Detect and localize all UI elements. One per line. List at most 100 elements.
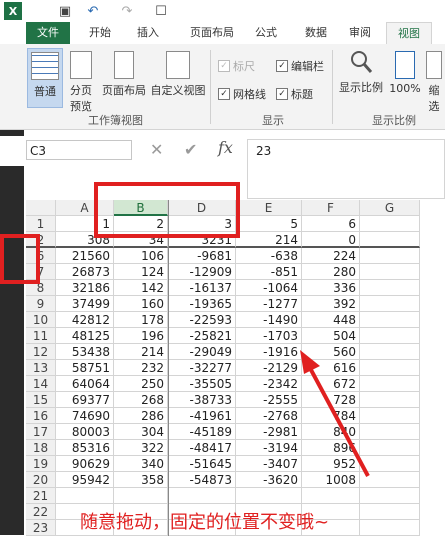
table-cell[interactable]: 504	[302, 328, 360, 344]
table-cell[interactable]: 178	[114, 312, 168, 328]
table-cell[interactable]	[360, 328, 420, 344]
column-header-e[interactable]: E	[236, 200, 302, 216]
gridlines-checkbox[interactable]: ✓ 网格线	[218, 86, 266, 102]
row-header[interactable]: 13	[26, 360, 56, 376]
table-cell[interactable]	[114, 488, 168, 504]
table-cell[interactable]	[360, 264, 420, 280]
table-cell[interactable]: -35505	[168, 376, 236, 392]
row-header[interactable]: 15	[26, 392, 56, 408]
custom-views-button[interactable]: 自定义视图	[150, 48, 206, 106]
touch-mode-icon[interactable]: ☐	[152, 2, 170, 20]
table-cell[interactable]: -19365	[168, 296, 236, 312]
name-box[interactable]: C3	[26, 140, 132, 160]
table-cell[interactable]: 5	[236, 216, 302, 232]
table-cell[interactable]	[236, 488, 302, 504]
insert-function-icon[interactable]: fx	[218, 138, 233, 157]
table-cell[interactable]: -16137	[168, 280, 236, 296]
table-cell[interactable]: 21560	[56, 248, 114, 264]
column-header-f[interactable]: F	[302, 200, 360, 216]
zoom-100-button[interactable]: 100%	[388, 48, 422, 106]
table-cell[interactable]: 6	[302, 216, 360, 232]
page-break-preview-button[interactable]: 分页 预览	[66, 48, 96, 113]
table-cell[interactable]: 90629	[56, 456, 114, 472]
tab-page-layout[interactable]: 页面布局	[182, 22, 242, 44]
table-cell[interactable]: -9681	[168, 248, 236, 264]
table-cell[interactable]: 250	[114, 376, 168, 392]
table-cell[interactable]: 286	[114, 408, 168, 424]
tab-home[interactable]: 开始	[80, 22, 120, 44]
table-cell[interactable]: 322	[114, 440, 168, 456]
table-cell[interactable]: 95942	[56, 472, 114, 488]
page-layout-button[interactable]: 页面布局	[100, 48, 148, 106]
table-cell[interactable]: 214	[114, 344, 168, 360]
undo-icon[interactable]: ↶	[84, 2, 102, 20]
table-cell[interactable]	[56, 488, 114, 504]
table-cell[interactable]: -638	[236, 248, 302, 264]
table-cell[interactable]: 196	[114, 328, 168, 344]
row-header[interactable]: 9	[26, 296, 56, 312]
table-cell[interactable]: 358	[114, 472, 168, 488]
table-cell[interactable]	[360, 312, 420, 328]
table-cell[interactable]: 268	[114, 392, 168, 408]
table-cell[interactable]	[360, 280, 420, 296]
table-cell[interactable]: 26873	[56, 264, 114, 280]
save-icon[interactable]: ▣	[56, 2, 74, 20]
headings-checkbox[interactable]: ✓ 标题	[276, 86, 313, 102]
row-header[interactable]: 16	[26, 408, 56, 424]
table-cell[interactable]: 160	[114, 296, 168, 312]
table-cell[interactable]: -29049	[168, 344, 236, 360]
table-cell[interactable]: -45189	[168, 424, 236, 440]
table-cell[interactable]: 53438	[56, 344, 114, 360]
table-cell[interactable]: -48417	[168, 440, 236, 456]
row-header[interactable]: 1	[26, 216, 56, 232]
row-header[interactable]: 12	[26, 344, 56, 360]
table-cell[interactable]: 42812	[56, 312, 114, 328]
table-cell[interactable]	[168, 488, 236, 504]
row-header[interactable]: 21	[26, 488, 56, 504]
formula-bar-checkbox[interactable]: ✓ 编辑栏	[276, 58, 324, 74]
ruler-checkbox[interactable]: ✓ 标尺	[218, 58, 255, 74]
row-header[interactable]: 10	[26, 312, 56, 328]
table-cell[interactable]: 392	[302, 296, 360, 312]
zoom-selection-button[interactable]: 缩 选	[424, 48, 444, 113]
table-cell[interactable]: -1490	[236, 312, 302, 328]
table-cell[interactable]: -22593	[168, 312, 236, 328]
row-header[interactable]: 23	[26, 520, 56, 536]
row-header[interactable]: 22	[26, 504, 56, 520]
normal-view-button[interactable]: 普通	[27, 48, 63, 108]
table-cell[interactable]: -51645	[168, 456, 236, 472]
zoom-button[interactable]: 显示比例	[338, 48, 384, 106]
table-cell[interactable]: 37499	[56, 296, 114, 312]
table-cell[interactable]: 32186	[56, 280, 114, 296]
table-cell[interactable]: -1703	[236, 328, 302, 344]
row-header[interactable]: 11	[26, 328, 56, 344]
table-cell[interactable]	[360, 520, 420, 536]
table-cell[interactable]: 69377	[56, 392, 114, 408]
table-cell[interactable]: 214	[236, 232, 302, 248]
table-cell[interactable]: -851	[236, 264, 302, 280]
table-cell[interactable]: 448	[302, 312, 360, 328]
table-cell[interactable]: 64064	[56, 376, 114, 392]
table-cell[interactable]	[360, 248, 420, 264]
table-cell[interactable]	[360, 488, 420, 504]
table-cell[interactable]: -12909	[168, 264, 236, 280]
row-header[interactable]: 20	[26, 472, 56, 488]
table-cell[interactable]: 280	[302, 264, 360, 280]
select-all-corner[interactable]	[26, 200, 56, 216]
table-cell[interactable]: 124	[114, 264, 168, 280]
table-cell[interactable]: -1064	[236, 280, 302, 296]
tab-review[interactable]: 审阅	[340, 22, 380, 44]
table-cell[interactable]	[360, 504, 420, 520]
redo-icon[interactable]: ↷	[118, 2, 136, 20]
table-cell[interactable]: 142	[114, 280, 168, 296]
tab-formulas[interactable]: 公式	[246, 22, 286, 44]
formula-input[interactable]: 23	[247, 139, 445, 199]
row-header[interactable]: 17	[26, 424, 56, 440]
table-cell[interactable]: -38733	[168, 392, 236, 408]
table-cell[interactable]: 48125	[56, 328, 114, 344]
enter-icon[interactable]: ✔	[184, 140, 197, 159]
table-cell[interactable]	[360, 296, 420, 312]
row-header[interactable]: 18	[26, 440, 56, 456]
table-cell[interactable]: -25821	[168, 328, 236, 344]
table-cell[interactable]	[360, 216, 420, 232]
